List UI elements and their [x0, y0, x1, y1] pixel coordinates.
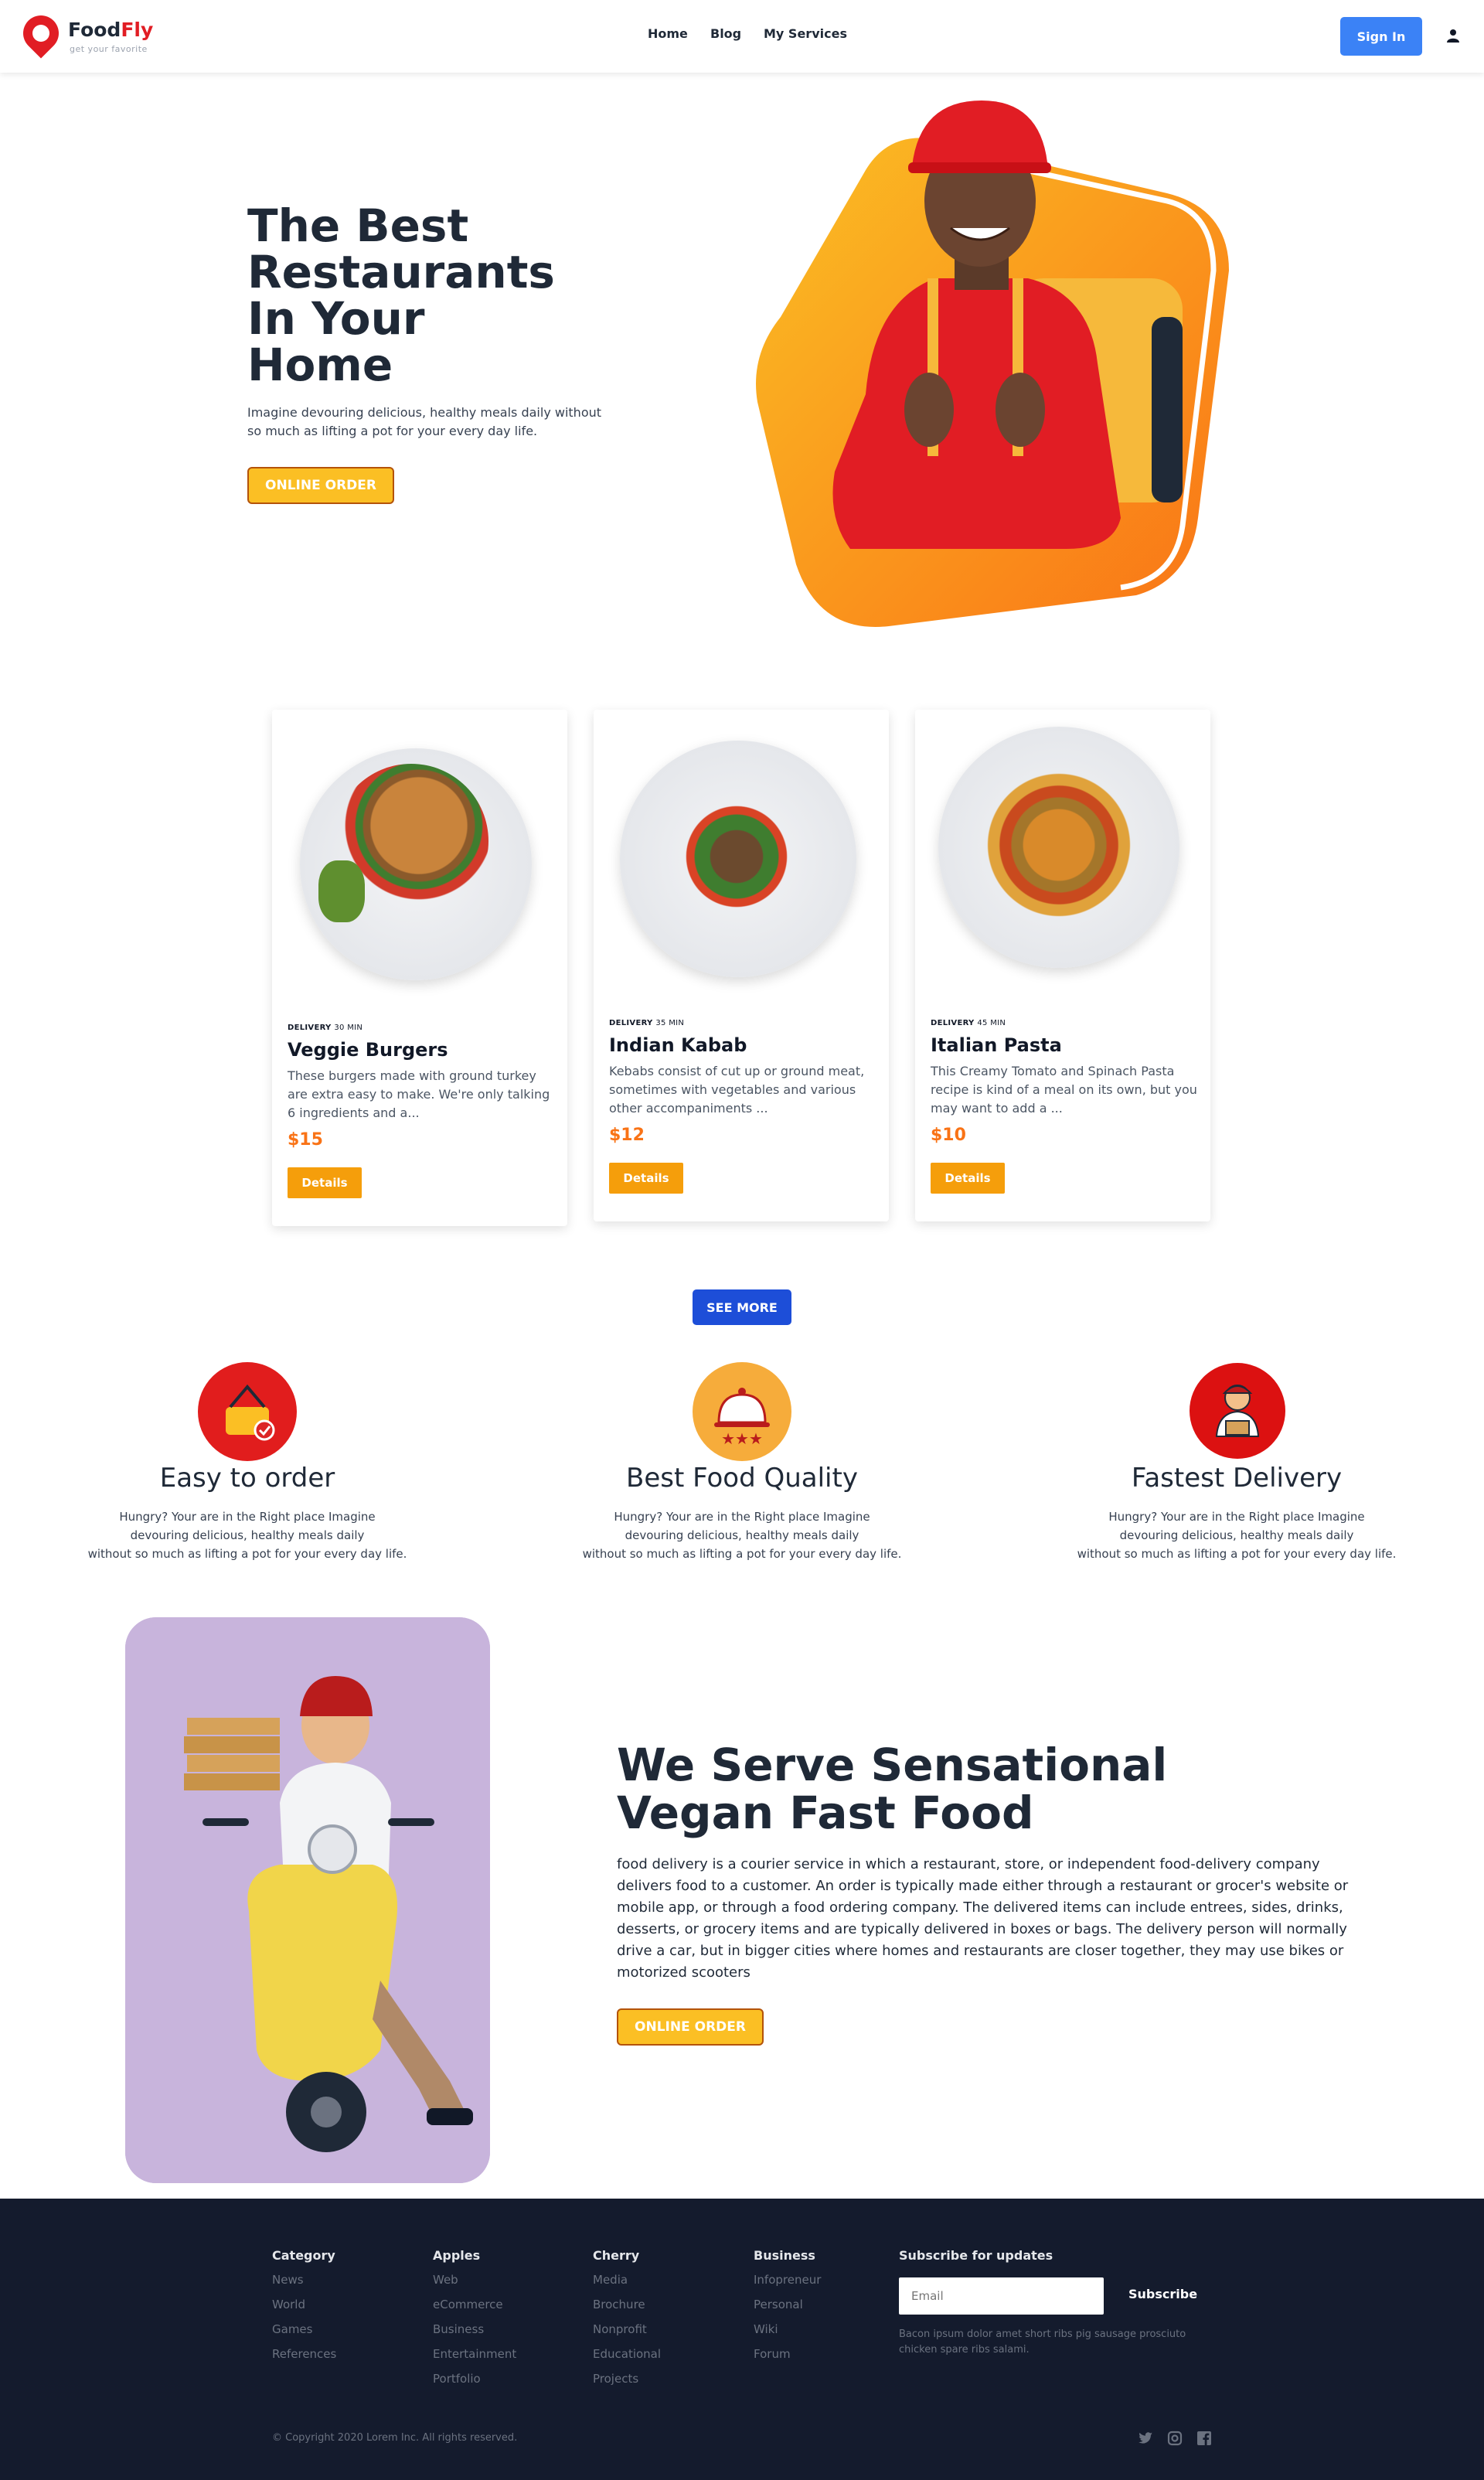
footer-link[interactable]: Projects	[593, 2372, 638, 2386]
footer-column-heading: Apples	[433, 2248, 481, 2263]
card-title: Veggie Burgers	[288, 1039, 448, 1061]
section-online-order-button[interactable]: ONLINE ORDER	[617, 2008, 764, 2046]
see-more-button[interactable]: SEE MORE	[693, 1289, 791, 1325]
footer-link[interactable]: News	[272, 2273, 304, 2287]
details-button[interactable]: Details	[931, 1163, 1005, 1194]
feature-title: Fastest Delivery	[1131, 1463, 1343, 1494]
site-header: FoodFly get your favorite Home Blog My S…	[0, 0, 1484, 73]
footer-link[interactable]: Personal	[754, 2298, 803, 2311]
instagram-icon[interactable]	[1167, 2431, 1183, 2446]
card-description: These burgers made with ground turkey ar…	[288, 1068, 550, 1120]
delivery-man-icon	[1190, 1363, 1285, 1459]
card-delivery-time: DELIVERY 45 MIN	[931, 1019, 1006, 1027]
food-card: DELIVERY 35 MIN Indian Kabab Kebabs cons…	[594, 710, 889, 1221]
footer-link[interactable]: Media	[593, 2273, 628, 2287]
copyright-text: © Copyright 2020 Lorem Inc. All rights r…	[272, 2432, 518, 2444]
footer-link[interactable]: Wiki	[754, 2322, 778, 2336]
footer-column-heading: Category	[272, 2248, 335, 2263]
section-title: We Serve Sensational Vegan Fast Food	[617, 1739, 1168, 1839]
sign-in-button[interactable]: Sign In	[1340, 17, 1422, 56]
details-button[interactable]: Details	[288, 1167, 362, 1198]
facebook-icon[interactable]	[1196, 2431, 1212, 2446]
site-footer	[0, 2199, 1484, 2480]
footer-link[interactable]: Brochure	[593, 2298, 645, 2311]
feature-title: Best Food Quality	[626, 1463, 858, 1494]
footer-link[interactable]: Nonprofit	[593, 2322, 647, 2336]
twitter-icon[interactable]	[1138, 2431, 1153, 2446]
card-title: Italian Pasta	[931, 1034, 1062, 1056]
feature-description: Hungry? Your are in the Right place Imag…	[87, 1510, 407, 1561]
hero-online-order-button[interactable]: ONLINE ORDER	[247, 467, 394, 504]
card-price: $12	[609, 1126, 645, 1145]
cloche-icon: ★★★	[693, 1362, 791, 1461]
nav-my-services[interactable]: My Services	[764, 26, 847, 41]
user-icon[interactable]	[1445, 28, 1461, 43]
hero-title: The Best Restaurants In Your Home	[247, 199, 555, 391]
card-price: $10	[931, 1126, 966, 1145]
footer-link[interactable]: Educational	[593, 2347, 661, 2361]
hero-subtitle: Imagine devouring delicious, healthy mea…	[247, 405, 602, 438]
card-description: Kebabs consist of cut up or ground meat,…	[609, 1064, 865, 1116]
footer-link[interactable]: Games	[272, 2322, 312, 2336]
food-card: DELIVERY 30 MIN Veggie Burgers These bur…	[272, 710, 567, 1226]
card-delivery-time: DELIVERY 30 MIN	[288, 1024, 363, 1032]
footer-column-heading: Cherry	[593, 2248, 640, 2263]
hero-delivery-illustration	[756, 100, 1229, 627]
nav-home[interactable]: Home	[648, 26, 688, 41]
feature-description: Hungry? Your are in the Right place Imag…	[1077, 1510, 1397, 1561]
details-button[interactable]: Details	[609, 1163, 683, 1194]
footer-link[interactable]: eCommerce	[433, 2298, 503, 2311]
food-card: DELIVERY 45 MIN Italian Pasta This Cream…	[915, 710, 1210, 1221]
footer-link[interactable]: Web	[433, 2273, 458, 2287]
card-title: Indian Kabab	[609, 1034, 747, 1056]
footer-column-heading: Business	[754, 2248, 815, 2263]
subscribe-button[interactable]: Subscribe	[1128, 2287, 1197, 2301]
footer-link[interactable]: Infopreneur	[754, 2273, 821, 2287]
footer-link[interactable]: References	[272, 2347, 336, 2361]
scooter-delivery-photo	[125, 1617, 490, 2183]
footer-link[interactable]: Business	[433, 2322, 484, 2336]
brand-name[interactable]: FoodFly	[68, 19, 153, 41]
logo-pin-icon[interactable]	[15, 8, 66, 59]
subscribe-heading: Subscribe for updates	[899, 2248, 1053, 2263]
feature-description: Hungry? Your are in the Right place Imag…	[582, 1510, 902, 1561]
card-price: $15	[288, 1130, 323, 1150]
svg-text:★★★: ★★★	[721, 1429, 763, 1448]
section-body: food delivery is a courier service in wh…	[617, 1856, 1349, 1981]
footer-link[interactable]: Entertainment	[433, 2347, 516, 2361]
footer-link[interactable]: Forum	[754, 2347, 791, 2361]
footer-link[interactable]: World	[272, 2298, 305, 2311]
footer-link[interactable]: Portfolio	[433, 2372, 481, 2386]
nav-blog[interactable]: Blog	[710, 26, 741, 41]
card-description: This Creamy Tomato and Spinach Pasta rec…	[931, 1064, 1197, 1116]
feature-title: Easy to order	[159, 1463, 335, 1494]
brand-tagline: get your favorite	[70, 44, 148, 54]
email-field[interactable]	[899, 2277, 1104, 2315]
card-delivery-time: DELIVERY 35 MIN	[609, 1019, 685, 1027]
basket-icon	[198, 1362, 297, 1461]
subscribe-note: Bacon ipsum dolor amet short ribs pig sa…	[899, 2328, 1186, 2356]
